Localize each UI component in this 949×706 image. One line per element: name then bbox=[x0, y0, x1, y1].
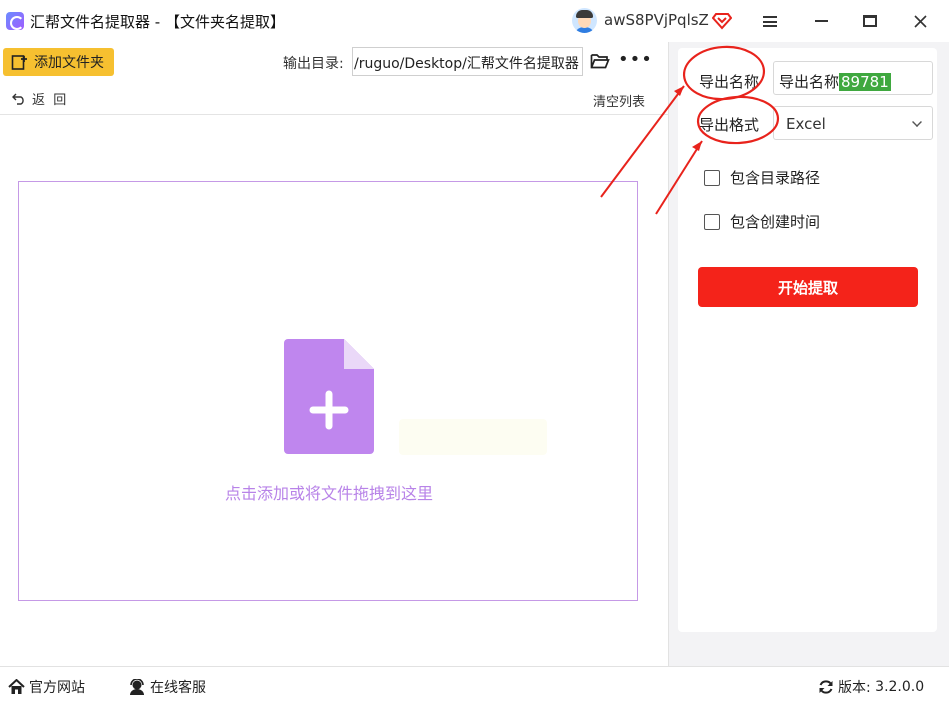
maximize-icon bbox=[863, 15, 877, 27]
username[interactable]: awS8PVjPqlsZ bbox=[604, 11, 709, 29]
export-name-prefix: 导出名称 bbox=[779, 73, 840, 91]
minimize-icon bbox=[814, 20, 828, 22]
export-format-value: Excel bbox=[786, 115, 826, 133]
online-service-link[interactable]: 在线客服 bbox=[128, 677, 206, 697]
menu-button[interactable] bbox=[746, 0, 794, 42]
export-name-selection: 89781 bbox=[839, 73, 891, 91]
checkbox-box[interactable] bbox=[704, 169, 720, 186]
clear-list-button[interactable]: 清空列表 bbox=[593, 91, 645, 110]
status-bar: 官方网站 在线客服 版本: 3.2.0.0 bbox=[0, 666, 949, 706]
more-options-icon[interactable]: ••• bbox=[618, 51, 653, 69]
include-create-time-checkbox[interactable]: 包含创建时间 bbox=[704, 211, 820, 232]
file-add-icon bbox=[284, 339, 374, 454]
export-name-input[interactable]: 导出名称 89781 bbox=[773, 61, 933, 95]
add-folder-label: 添加文件夹 bbox=[34, 55, 104, 71]
start-extract-button[interactable]: 开始提取 bbox=[698, 267, 918, 307]
home-icon bbox=[8, 679, 25, 694]
online-service-label: 在线客服 bbox=[150, 680, 206, 696]
checkbox-box[interactable] bbox=[704, 213, 720, 230]
export-format-select[interactable]: Excel bbox=[773, 106, 933, 140]
minimize-button[interactable] bbox=[797, 0, 845, 42]
close-button[interactable] bbox=[896, 0, 944, 42]
include-create-time-label: 包含创建时间 bbox=[730, 213, 821, 231]
window-title: 汇帮文件名提取器 - 【文件夹名提取】 bbox=[30, 13, 285, 31]
title-bar: 汇帮文件名提取器 - 【文件夹名提取】 awS8PVjPqlsZ bbox=[0, 0, 949, 42]
version-info[interactable]: 版本: 3.2.0.0 bbox=[818, 677, 924, 697]
output-dir-input[interactable]: /ruguo/Desktop/汇帮文件名提取器 bbox=[352, 47, 583, 76]
back-button[interactable]: 返 回 bbox=[12, 89, 66, 108]
include-dir-path-label: 包含目录路径 bbox=[730, 169, 821, 187]
drop-hint: 点击添加或将文件拖拽到这里 bbox=[224, 484, 433, 503]
toolbar-divider bbox=[0, 114, 668, 115]
folder-add-icon bbox=[11, 54, 27, 70]
export-name-label: 导出名称 bbox=[699, 73, 760, 91]
official-website-link[interactable]: 官方网站 bbox=[8, 677, 85, 697]
undo-arrow-icon bbox=[12, 93, 24, 105]
back-label: 返 回 bbox=[32, 93, 67, 108]
hamburger-icon bbox=[763, 15, 777, 27]
app-logo-icon bbox=[6, 12, 24, 30]
output-dir-label: 输出目录: bbox=[283, 56, 344, 72]
folder-open-icon[interactable] bbox=[590, 52, 610, 70]
vip-diamond-icon[interactable] bbox=[712, 10, 732, 30]
add-folder-button[interactable]: 添加文件夹 bbox=[3, 48, 114, 76]
include-dir-path-checkbox[interactable]: 包含目录路径 bbox=[704, 167, 820, 188]
maximize-button[interactable] bbox=[846, 0, 894, 42]
file-drop-zone[interactable]: 点击添加或将文件拖拽到这里 bbox=[18, 181, 638, 601]
version-label: 版本: bbox=[838, 680, 871, 696]
app-window: 汇帮文件名提取器 - 【文件夹名提取】 awS8PVjPqlsZ 添加文件夹 输… bbox=[0, 0, 949, 706]
refresh-icon bbox=[819, 680, 833, 694]
close-icon bbox=[913, 14, 927, 28]
watermark-badge bbox=[399, 419, 547, 455]
customer-service-icon bbox=[130, 678, 144, 695]
avatar[interactable] bbox=[572, 8, 597, 33]
version-value: 3.2.0.0 bbox=[875, 679, 925, 695]
chevron-down-icon bbox=[912, 117, 922, 127]
export-format-label: 导出格式 bbox=[699, 116, 760, 134]
official-website-label: 官方网站 bbox=[29, 680, 85, 696]
